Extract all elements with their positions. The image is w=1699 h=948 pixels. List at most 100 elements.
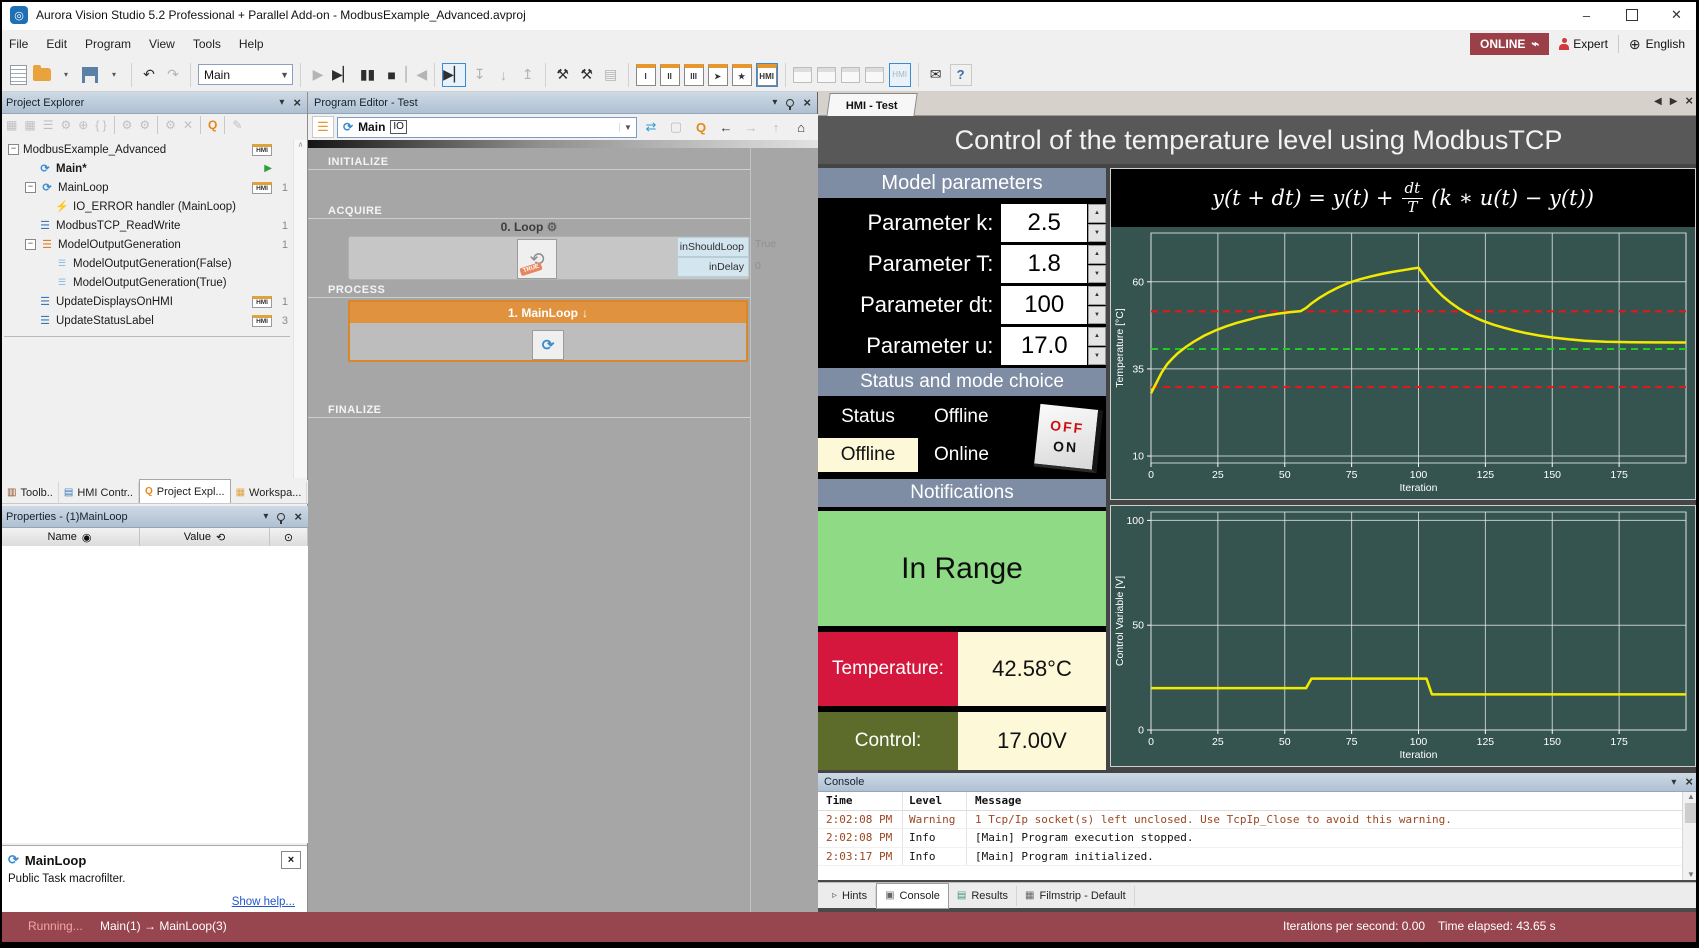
new-variant-icon[interactable]: ▦ (24, 118, 35, 132)
new-task-icon[interactable]: ☰ (43, 118, 54, 132)
close-button[interactable]: ✕ (1654, 0, 1699, 30)
add-io-icon[interactable]: ⊕ (78, 118, 88, 132)
refresh-icon[interactable]: ⟲ (216, 531, 225, 544)
tab-hmi-controls[interactable]: ▤HMI Contr.. (59, 482, 139, 503)
copy-instance-button[interactable]: ▢ (665, 116, 687, 138)
attachment-icon[interactable]: ✎ (232, 118, 242, 132)
online-button[interactable]: ONLINE ⌁ (1470, 33, 1549, 55)
parameter-value-input[interactable]: 2.5 (1001, 204, 1087, 242)
scroll-right-icon[interactable]: ▶ (1670, 96, 1678, 107)
diagnostic-wrench-button[interactable]: ⚒ (577, 64, 597, 86)
section-process-button[interactable]: II (660, 64, 680, 86)
mainloop-block-header[interactable]: 1. MainLoop↓ (350, 302, 746, 323)
gear-icon[interactable]: ⚙ (547, 220, 558, 234)
tree-item-modeloutputgeneration-true-[interactable]: ☰ModelOutputGeneration(True) (0, 273, 292, 292)
spin-down-button[interactable]: ▼ (1088, 224, 1106, 243)
loop-block-title[interactable]: 0. Loop ⚙ (308, 220, 750, 234)
mode-option-offline[interactable]: Offline (922, 400, 1026, 434)
tree-item-modbusexample-advanced[interactable]: −ModbusExample_AdvancedHMI (0, 140, 292, 159)
menu-view[interactable]: View (140, 33, 184, 55)
tree-item-mainloop[interactable]: −⟳MainLoopHMI1 (0, 178, 292, 197)
tab-workspace[interactable]: ▦Workspa... (231, 482, 308, 503)
scroll-left-icon[interactable]: ◀ (1654, 96, 1662, 107)
panel-close-icon[interactable]: × (294, 512, 302, 522)
parameter-value-input[interactable]: 17.0 (1001, 327, 1087, 365)
spin-down-button[interactable]: ▼ (1088, 306, 1106, 325)
pin-icon[interactable] (786, 99, 794, 107)
tab-hmi-test[interactable]: HMI - Test (826, 93, 917, 117)
favorites-tool-button[interactable]: ★ (732, 64, 752, 86)
tree-item-main-[interactable]: ⟳Main*▶ (0, 159, 292, 178)
parameter-value-input[interactable]: 100 (1001, 286, 1087, 324)
tab-toolbox[interactable]: ▥Toolb.. (2, 482, 59, 503)
tree-expander-icon[interactable]: − (25, 182, 36, 193)
console-row[interactable]: 2:02:08 PM Info [Main] Program execution… (818, 829, 1682, 848)
expand-arrow-icon[interactable]: ↓ (582, 306, 588, 320)
info-close-button[interactable]: × (281, 851, 301, 869)
profiler-chart-button[interactable]: ▤ (601, 64, 621, 86)
console-row[interactable]: 2:02:08 PM Warning 1 Tcp/Ip socket(s) le… (818, 811, 1682, 830)
navigate-back-button[interactable]: ← (715, 116, 737, 138)
step-out-button[interactable]: ↥ (518, 64, 538, 86)
layout-grid-button[interactable] (817, 64, 837, 86)
tab-filmstrip[interactable]: ▦Filmstrip - Default (1017, 886, 1135, 906)
menu-edit[interactable]: Edit (37, 33, 76, 55)
open-dropdown[interactable]: ▾ (56, 64, 76, 86)
console-row[interactable]: 2:03:17 PM Info [Main] Program initializ… (818, 848, 1682, 867)
mainloop-macrofilter-block[interactable]: 1. MainLoop↓ ⟳ (348, 300, 748, 362)
run-button[interactable]: ▶ (308, 64, 328, 86)
braces-icon[interactable]: { } (95, 118, 106, 132)
panel-menu-icon[interactable]: ▾ (279, 97, 284, 108)
tree-item-modbustcp-readwrite[interactable]: ☰ModbusTCP_ReadWrite1 (0, 216, 292, 235)
spin-down-button[interactable]: ▼ (1088, 347, 1106, 366)
new-macro-icon[interactable]: ▦ (6, 118, 17, 132)
on-off-toggle[interactable]: OFF ON (1033, 403, 1102, 472)
spin-up-button[interactable]: ▲ (1088, 245, 1106, 264)
spin-up-button[interactable]: ▲ (1088, 327, 1106, 346)
section-initialize-button[interactable]: I (636, 64, 656, 86)
tab-close-icon[interactable]: × (1685, 96, 1693, 107)
search-icon[interactable]: Q (208, 118, 217, 132)
step-over-button[interactable]: ↧ (470, 64, 490, 86)
tree-item-io-error-handler-mainloop-[interactable]: ⚡IO_ERROR handler (MainLoop) (0, 197, 292, 216)
help-button[interactable]: ? (950, 64, 972, 86)
restart-button[interactable]: ▏◀ (406, 64, 428, 86)
iterate-button[interactable]: ▶▏ (332, 64, 354, 86)
panel-close-icon[interactable]: × (1685, 777, 1693, 787)
show-help-link[interactable]: Show help... (232, 896, 295, 908)
tab-console[interactable]: ▣Console (876, 883, 949, 909)
step-into-button[interactable]: ↓ (494, 64, 514, 86)
input-indelay[interactable]: inDelay (677, 257, 749, 277)
mode-option-online[interactable]: Online (922, 438, 1026, 472)
spin-up-button[interactable]: ▲ (1088, 286, 1106, 305)
program-canvas[interactable]: INITIALIZE ACQUIRE 0. Loop ⚙ ⟲TRUE inSho… (308, 148, 818, 912)
layout-hmi-button[interactable]: HMI (889, 63, 911, 87)
section-finalize-button[interactable]: III (684, 64, 704, 86)
tag-icon[interactable]: ⊙ (284, 531, 293, 544)
pause-button[interactable]: ▮▮ (358, 64, 378, 86)
layout-single-button[interactable] (793, 64, 813, 86)
pin-icon[interactable] (277, 513, 285, 521)
go-home-button[interactable]: ⌂ (790, 116, 812, 138)
feedback-envelope-button[interactable]: ✉ (926, 64, 946, 86)
undo-button[interactable]: ↶ (139, 64, 159, 86)
expert-mode-button[interactable]: Expert (1559, 37, 1608, 51)
spin-up-button[interactable]: ▲ (1088, 204, 1106, 223)
new-worker-icon[interactable]: ⚙ (60, 118, 71, 132)
iterate-current-button[interactable]: ▶▏ (442, 63, 466, 87)
tree-expander-icon[interactable]: − (8, 144, 19, 155)
tab-project-explorer[interactable]: QProject Expl... (139, 479, 231, 503)
macrofilter-breadcrumb[interactable]: ⟳ Main IO ▼ (337, 117, 637, 138)
find-button[interactable]: Q (690, 116, 712, 138)
go-up-button[interactable]: ↑ (765, 116, 787, 138)
hmi-designer-button[interactable]: HMI (756, 63, 778, 87)
tab-hints[interactable]: ▹Hints (824, 886, 876, 906)
redo-button[interactable]: ↷ (163, 64, 183, 86)
stop-button[interactable]: ■ (382, 64, 402, 86)
menu-help[interactable]: Help (230, 33, 273, 55)
settings-gear-icon[interactable]: ⚙ (165, 118, 176, 132)
program-selector[interactable]: Main ▼ (198, 64, 293, 85)
parameter-value-input[interactable]: 1.8 (1001, 245, 1087, 283)
loop-filter-block[interactable]: ⟲TRUE inShouldLoop inDelay (348, 236, 750, 280)
navigate-forward-button[interactable]: → (740, 116, 762, 138)
